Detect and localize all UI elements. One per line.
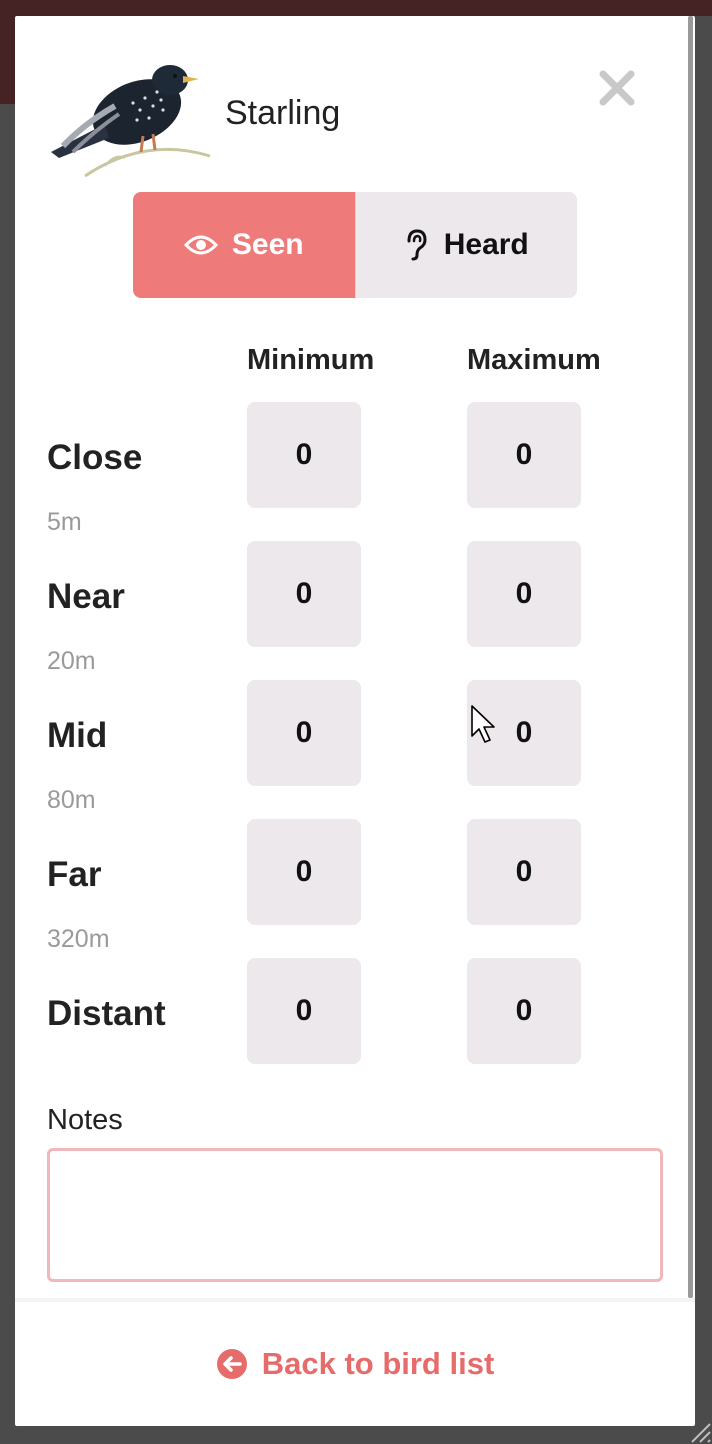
min-count-near[interactable]: 0 bbox=[247, 541, 361, 647]
min-count-close[interactable]: 0 bbox=[247, 402, 361, 508]
eye-icon bbox=[183, 235, 218, 255]
min-count-far[interactable]: 0 bbox=[247, 819, 361, 925]
maximum-header: Maximum bbox=[467, 344, 601, 376]
row-label-close: Close bbox=[47, 438, 143, 477]
row-distance-mid: 80m bbox=[47, 786, 96, 814]
max-count-close[interactable]: 0 bbox=[467, 402, 581, 508]
min-count-mid[interactable]: 0 bbox=[247, 680, 361, 786]
heard-label: Heard bbox=[443, 228, 529, 261]
max-count-near[interactable]: 0 bbox=[467, 541, 581, 647]
scrollbar[interactable] bbox=[688, 16, 693, 1298]
window-resize-grip-icon[interactable] bbox=[686, 1418, 712, 1444]
bird-name: Starling bbox=[225, 94, 341, 132]
modal-footer: Back to bird list bbox=[15, 1302, 695, 1426]
seen-heard-toggle: Seen Heard bbox=[133, 192, 577, 298]
heard-button[interactable]: Heard bbox=[354, 192, 577, 298]
row-label-near: Near bbox=[47, 577, 125, 616]
row-label-far: Far bbox=[47, 855, 102, 894]
back-to-bird-list-label: Back to bird list bbox=[261, 1346, 495, 1381]
row-label-distant: Distant bbox=[47, 994, 166, 1033]
max-count-far[interactable]: 0 bbox=[467, 819, 581, 925]
close-icon[interactable] bbox=[597, 68, 637, 108]
modal-header: Starling bbox=[15, 16, 695, 186]
starling-illustration-icon bbox=[51, 65, 211, 178]
back-to-bird-list-link[interactable]: Back to bird list bbox=[216, 1346, 495, 1382]
max-count-distant[interactable]: 0 bbox=[467, 958, 581, 1064]
notes-label: Notes bbox=[47, 1104, 123, 1136]
notes-textarea[interactable] bbox=[47, 1148, 663, 1282]
row-distance-far: 320m bbox=[47, 925, 110, 953]
ear-icon bbox=[407, 229, 427, 261]
row-distance-near: 20m bbox=[47, 647, 96, 675]
row-distance-close: 5m bbox=[47, 508, 82, 536]
min-count-distant[interactable]: 0 bbox=[247, 958, 361, 1064]
arrow-circle-left-icon bbox=[216, 1349, 247, 1379]
bird-detail-modal: Starling Seen Heard Minimum Maximum Clos… bbox=[15, 16, 695, 1426]
seen-label: Seen bbox=[231, 228, 304, 261]
mouse-pointer-icon bbox=[471, 705, 495, 743]
minimum-header: Minimum bbox=[247, 344, 375, 376]
seen-button[interactable]: Seen bbox=[133, 192, 355, 298]
row-label-mid: Mid bbox=[47, 716, 108, 755]
